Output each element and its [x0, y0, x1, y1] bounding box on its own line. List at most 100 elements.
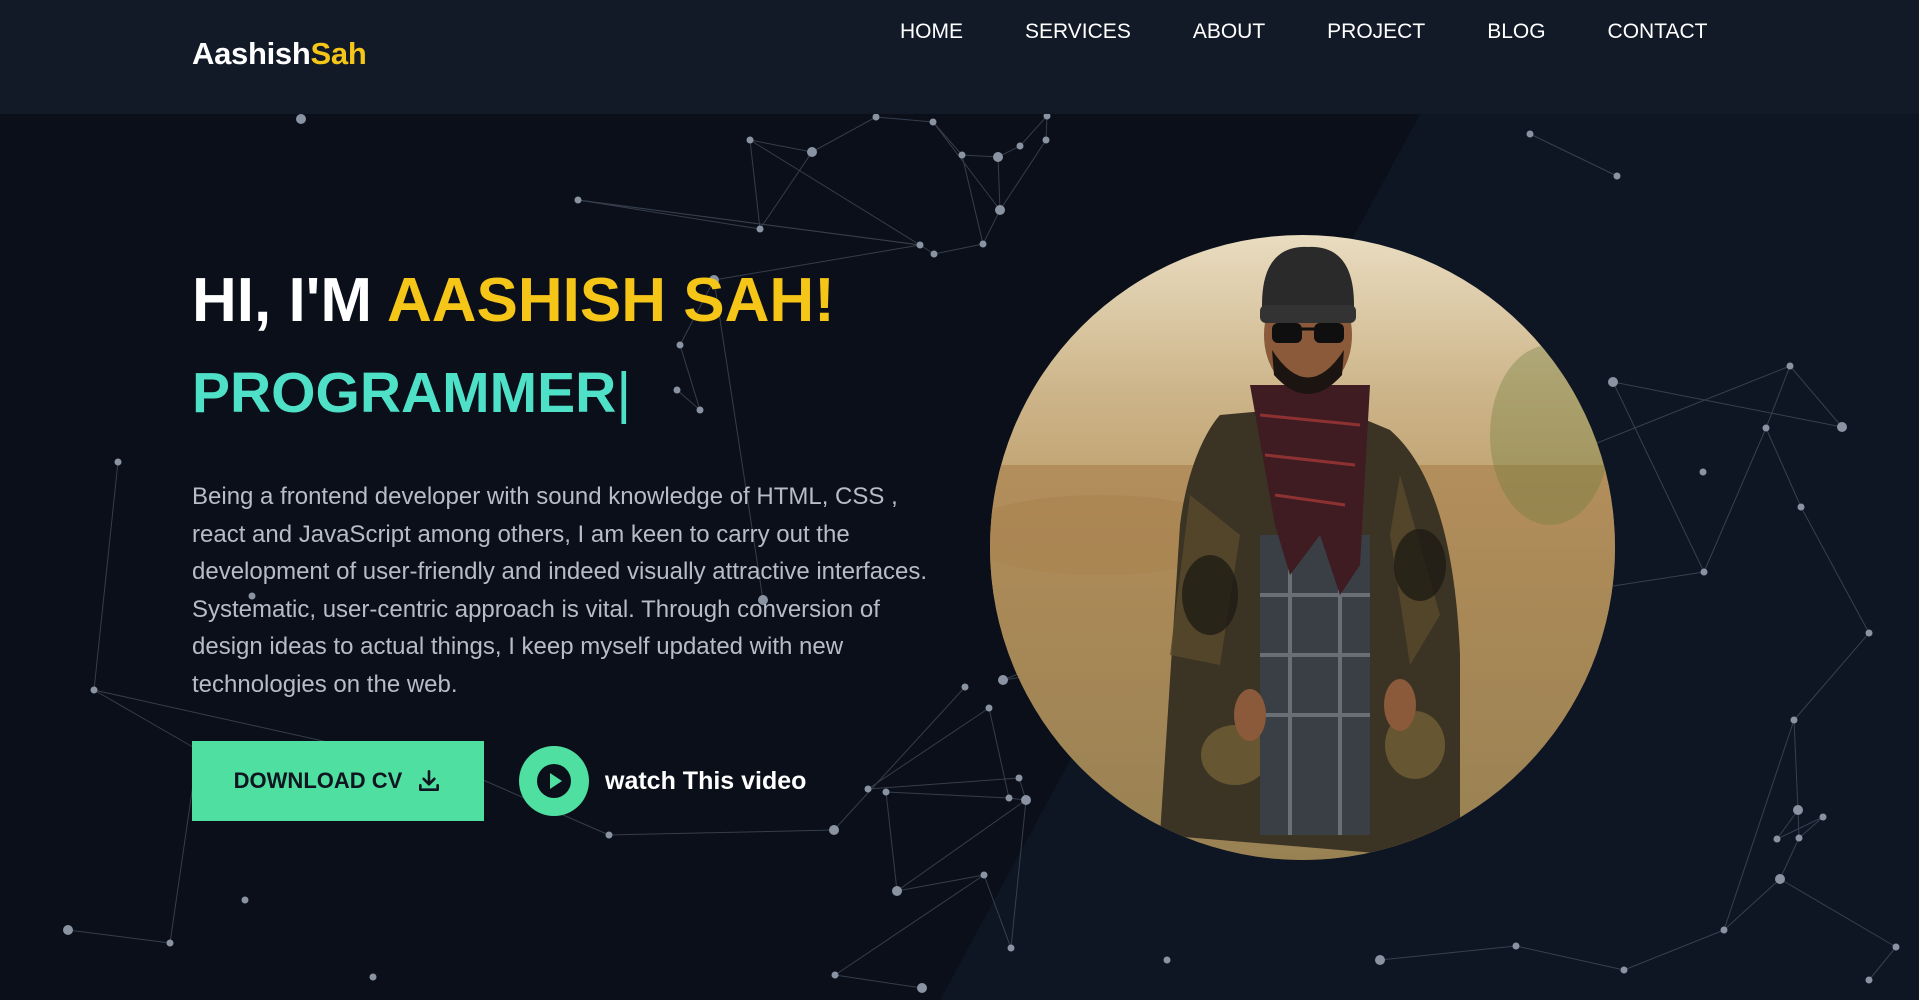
network-link — [983, 874, 1012, 949]
nav-link-services[interactable]: SERVICES — [1025, 20, 1131, 44]
logo-second-part: Sah — [310, 36, 367, 71]
network-node — [1699, 468, 1707, 476]
network-link — [93, 689, 199, 751]
network-node — [1375, 955, 1385, 965]
watch-video-link[interactable]: watch This video — [519, 746, 806, 816]
network-node — [1795, 834, 1803, 842]
network-link — [834, 974, 923, 989]
network-node — [1793, 805, 1803, 815]
nav-link-about[interactable]: ABOUT — [1193, 20, 1265, 44]
network-node — [1512, 942, 1520, 950]
network-link — [1765, 427, 1802, 508]
network-node — [829, 825, 839, 835]
network-node — [369, 973, 377, 981]
hero-role: PROGRAMMER| — [192, 360, 952, 426]
network-link — [93, 461, 119, 691]
network-link — [1612, 381, 1843, 428]
network-node — [63, 925, 73, 935]
network-link — [997, 156, 1001, 211]
navbar: AashishSah HOME SERVICES ABOUT PROJECT B… — [0, 0, 1919, 114]
network-node — [1797, 503, 1805, 511]
role-text: PROGRAMMER — [192, 361, 617, 425]
network-link — [933, 243, 984, 255]
network-node — [296, 114, 306, 124]
network-node — [985, 704, 993, 712]
hero-bio: Being a frontend developer with sound kn… — [192, 483, 928, 698]
network-link — [577, 199, 921, 246]
network-node — [166, 939, 174, 947]
network-node — [980, 871, 988, 879]
nav-link-contact[interactable]: CONTACT — [1608, 20, 1708, 44]
network-link — [1868, 946, 1897, 981]
nav-link-blog[interactable]: BLOG — [1487, 20, 1545, 44]
network-link — [1010, 799, 1027, 949]
network-link — [1515, 945, 1625, 971]
hero-intro: HI, I'M AASHISH SAH! PROGRAMMER| Being a… — [192, 270, 952, 821]
network-node — [1775, 874, 1785, 884]
network-node — [916, 241, 924, 249]
network-node — [930, 250, 938, 258]
network-link — [1793, 719, 1799, 811]
network-link — [749, 139, 921, 246]
network-link — [1612, 381, 1705, 573]
hero-greeting: HI, I'M AASHISH SAH! — [192, 270, 952, 332]
network-link — [1800, 506, 1870, 634]
network-node — [958, 151, 966, 159]
network-node — [831, 971, 839, 979]
network-link — [1779, 837, 1800, 880]
network-node — [1865, 976, 1873, 984]
network-link — [1703, 427, 1767, 573]
network-node — [756, 225, 764, 233]
network-link — [1379, 945, 1517, 961]
network-node — [929, 118, 937, 126]
nav-link-project[interactable]: PROJECT — [1327, 20, 1425, 44]
network-link — [999, 139, 1047, 211]
network-node — [1773, 835, 1781, 843]
network-node — [1837, 422, 1847, 432]
network-node — [605, 831, 613, 839]
network-node — [1005, 794, 1013, 802]
network-link — [834, 874, 985, 976]
network-link — [1765, 365, 1791, 429]
network-node — [1608, 377, 1618, 387]
hero-actions: DOWNLOAD CV watch This video — [192, 741, 952, 821]
network-link — [961, 154, 984, 245]
network-node — [1762, 424, 1770, 432]
greeting-name: AASHISH SAH! — [387, 266, 835, 335]
network-node — [1700, 568, 1708, 576]
network-node — [746, 136, 754, 144]
network-link — [1798, 816, 1824, 839]
network-node — [1786, 362, 1794, 370]
watch-video-label: watch This video — [605, 766, 807, 795]
network-node — [1720, 926, 1728, 934]
typing-cursor: | — [616, 361, 632, 425]
network-node — [574, 196, 582, 204]
download-icon — [419, 769, 440, 791]
site-logo[interactable]: AashishSah — [192, 36, 367, 72]
network-node — [1613, 172, 1621, 180]
network-node — [1021, 795, 1031, 805]
logo-first-part: Aashish — [192, 36, 311, 71]
network-node — [114, 458, 122, 466]
network-link — [932, 121, 1001, 211]
download-cv-button[interactable]: DOWNLOAD CV — [192, 741, 484, 821]
network-node — [995, 205, 1005, 215]
network-link — [988, 707, 1010, 799]
network-node — [998, 675, 1008, 685]
network-link — [1779, 878, 1897, 948]
network-node — [872, 113, 880, 121]
nav-link-home[interactable]: HOME — [900, 20, 963, 44]
network-link — [749, 139, 761, 230]
network-node — [1790, 716, 1798, 724]
network-node — [979, 240, 987, 248]
network-node — [241, 896, 249, 904]
network-link — [759, 151, 813, 230]
nav-menu: HOME SERVICES ABOUT PROJECT BLOG CONTACT — [900, 20, 1707, 44]
network-node — [1163, 956, 1171, 964]
network-node — [917, 983, 927, 993]
network-node — [1042, 136, 1050, 144]
network-link — [811, 116, 877, 153]
profile-photo — [990, 235, 1615, 860]
profile-photo-illustration — [990, 235, 1615, 860]
play-video-button[interactable] — [519, 746, 589, 816]
